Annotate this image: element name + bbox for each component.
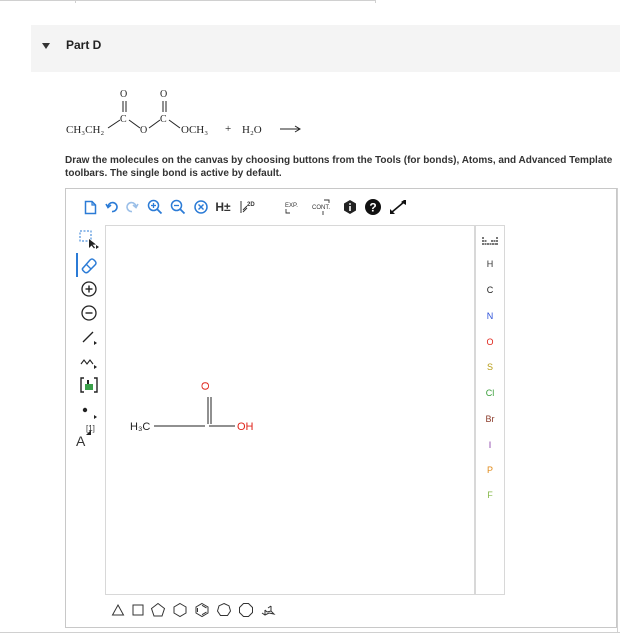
- eraser-tool-icon[interactable]: [74, 253, 104, 277]
- hydrogen-toggle-button[interactable]: H±: [212, 197, 234, 217]
- contract-button[interactable]: CONT.: [311, 197, 335, 217]
- atom-c-button[interactable]: C: [476, 285, 504, 295]
- carbon-1-label: C: [120, 114, 127, 125]
- top-toolbar: H± 2D EXP. CONT. ?: [66, 189, 618, 223]
- negative-charge-icon[interactable]: [74, 301, 104, 325]
- atom-s-button[interactable]: S: [476, 362, 504, 372]
- single-bond-tool-icon[interactable]: [74, 325, 104, 349]
- contract-label: CONT.: [312, 205, 330, 211]
- plus-sign: +: [225, 123, 231, 135]
- reaction-scheme: CH₃CH₂ C O O C O OCH₃ + H₂O: [66, 89, 301, 136]
- atom-label-tool[interactable]: [1] A: [74, 423, 104, 451]
- atom-o-button[interactable]: O: [476, 337, 504, 347]
- redo-icon[interactable]: [124, 197, 140, 217]
- new-document-icon[interactable]: [82, 197, 98, 217]
- zoom-in-icon[interactable]: [146, 197, 164, 217]
- cycloheptane-icon[interactable]: [215, 601, 233, 619]
- atoms-toolbar: H C N O S Cl Br I P F: [475, 225, 505, 595]
- template-bracket-icon[interactable]: [74, 373, 104, 397]
- cyclopentane-icon[interactable]: [149, 601, 167, 619]
- instructions-text: Draw the molecules on the canvas by choo…: [65, 155, 613, 179]
- periodic-table-icon[interactable]: [482, 234, 498, 252]
- atom-f-button[interactable]: F: [476, 490, 504, 500]
- top-divider: [0, 0, 620, 3]
- right-group-label: OCH₃: [181, 124, 208, 136]
- methyl-label: H₃C: [130, 421, 150, 433]
- radical-tool-icon[interactable]: [74, 399, 104, 423]
- clean-2d-label: 2D: [247, 202, 255, 208]
- clean-2d-button[interactable]: 2D: [238, 197, 258, 217]
- atom-p-button[interactable]: P: [476, 465, 504, 475]
- atom-cl-button[interactable]: Cl: [476, 388, 504, 398]
- water-label: H₂O: [242, 124, 262, 136]
- benzene-icon[interactable]: [193, 601, 211, 619]
- carbonyl-oxygen-label: O: [200, 381, 212, 390]
- drawing-canvas[interactable]: H₃C O OH: [105, 225, 475, 595]
- svg-text:?: ?: [369, 201, 376, 215]
- expand-label: EXP.: [285, 203, 298, 209]
- atom-br-button[interactable]: Br: [476, 414, 504, 424]
- undo-icon[interactable]: [104, 197, 120, 217]
- chair-cyclohexane-icon[interactable]: [259, 601, 277, 619]
- select-tool-icon[interactable]: [74, 227, 104, 251]
- cyclobutane-icon[interactable]: [129, 601, 147, 619]
- carbon-2-label: C: [160, 114, 167, 125]
- left-group-label: CH₃CH₂: [66, 124, 104, 136]
- canvas-molecule: H₃C O OH: [130, 381, 254, 433]
- hydrogen-toggle-label: H±: [215, 200, 231, 214]
- clear-icon[interactable]: [192, 197, 210, 217]
- cyclopropane-icon[interactable]: [109, 601, 127, 619]
- molecule-editor: H± 2D EXP. CONT. ? [1] A H₃C O OH H C N …: [65, 188, 617, 628]
- help-icon[interactable]: ?: [363, 197, 383, 217]
- chain-tool-icon[interactable]: [74, 349, 104, 373]
- zoom-out-icon[interactable]: [169, 197, 187, 217]
- positive-charge-icon[interactable]: [74, 277, 104, 301]
- fullscreen-icon[interactable]: [388, 197, 408, 217]
- atom-n-button[interactable]: N: [476, 311, 504, 321]
- ring-template-toolbar: [105, 599, 475, 623]
- cyclooctane-icon[interactable]: [237, 601, 255, 619]
- carbonyl-oxygen-1: O: [120, 89, 127, 100]
- cyclohexane-icon[interactable]: [171, 601, 189, 619]
- info-icon[interactable]: [341, 197, 359, 217]
- bottom-divider: [0, 632, 620, 633]
- atom-tool-letter: A: [76, 433, 86, 449]
- part-header[interactable]: Part D: [31, 25, 620, 72]
- panel-edge: [617, 188, 618, 632]
- bridge-oxygen-label: O: [140, 125, 147, 136]
- part-title: Part D: [66, 38, 102, 52]
- atom-h-button[interactable]: H: [476, 259, 504, 269]
- collapse-caret-icon[interactable]: [42, 43, 50, 49]
- hydroxyl-label: OH: [237, 421, 254, 433]
- atom-i-button[interactable]: I: [476, 440, 504, 450]
- expand-button[interactable]: EXP.: [284, 197, 306, 217]
- carbonyl-oxygen-2: O: [160, 89, 167, 100]
- reaction-arrow-icon: [280, 125, 301, 133]
